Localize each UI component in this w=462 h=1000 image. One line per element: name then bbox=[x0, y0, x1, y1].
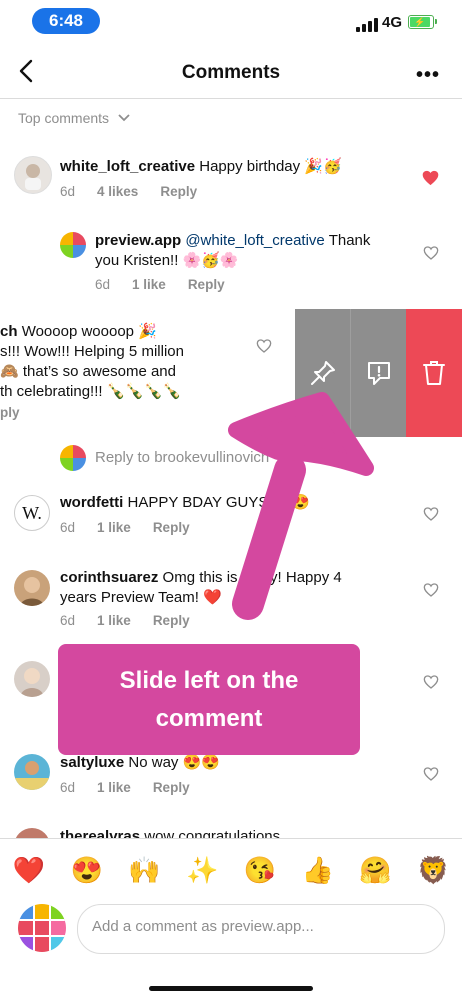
comment-time: 6d bbox=[60, 780, 76, 795]
network-label: 4G bbox=[382, 14, 403, 31]
likes-count[interactable]: 1 like bbox=[97, 613, 131, 628]
status-time: 6:48 bbox=[32, 8, 100, 34]
heart-outline-icon[interactable] bbox=[423, 582, 439, 598]
pin-button[interactable] bbox=[295, 309, 350, 437]
reply-link[interactable]: Reply bbox=[188, 277, 225, 292]
heart-outline-icon[interactable] bbox=[423, 506, 439, 522]
emoji-sparkles[interactable]: ✨ bbox=[182, 855, 222, 886]
comment-input-placeholder: Add a comment as preview.app... bbox=[92, 918, 314, 935]
header-divider bbox=[0, 98, 462, 99]
reply-link[interactable]: Reply bbox=[153, 780, 190, 795]
comment-body: preview.app @white_loft_creative Thank y… bbox=[95, 231, 395, 271]
reply-link[interactable]: Reply bbox=[153, 520, 190, 535]
battery-tip bbox=[435, 19, 437, 24]
comment-text: HAPPY BDAY GUYS 😍😍 bbox=[127, 494, 310, 511]
instruction-callout: Slide left on the comment bbox=[58, 644, 360, 755]
filter-label: Top comments bbox=[18, 110, 110, 126]
report-icon bbox=[368, 362, 390, 385]
comment-text-line: th celebrating!!! 🍾🍾🍾🍾 bbox=[0, 383, 182, 400]
avatar bbox=[18, 904, 66, 952]
comment-time: 6d bbox=[60, 613, 76, 628]
comment-meta: 6d 1 like Reply bbox=[60, 613, 190, 628]
likes-count[interactable]: 1 like bbox=[97, 780, 131, 795]
comment-text-line: years Preview Team! ❤️ bbox=[60, 589, 222, 606]
delete-button[interactable] bbox=[406, 309, 462, 437]
comment-body: white_loft_creative Happy birthday 🎉🥳 bbox=[60, 157, 400, 177]
home-indicator[interactable] bbox=[149, 986, 313, 991]
comment-text: No way 😍😍 bbox=[128, 754, 220, 771]
comment-time: 6d bbox=[95, 277, 111, 292]
comment-username[interactable]: white_loft_creative bbox=[60, 158, 195, 175]
avatar bbox=[60, 445, 86, 471]
comment-clip: therealvras wow congratulations bbox=[0, 826, 462, 838]
comment-username[interactable]: ch bbox=[0, 323, 18, 340]
avatar[interactable]: W. bbox=[14, 495, 50, 531]
chevron-down-icon bbox=[118, 114, 130, 122]
callout-line: Slide left on the bbox=[119, 666, 299, 694]
comment-body: wordfetti HAPPY BDAY GUYS 😍😍 bbox=[60, 493, 400, 513]
comment-meta: 6d 4 likes Reply bbox=[60, 184, 197, 199]
battery-icon: ⚡ bbox=[408, 15, 434, 29]
comment-meta: 6d 1 like Reply bbox=[95, 277, 225, 292]
reply-link[interactable]: Reply bbox=[160, 184, 197, 199]
likes-count[interactable]: 1 like bbox=[97, 520, 131, 535]
comment-username[interactable]: corinthsuarez bbox=[60, 569, 158, 586]
reply-link[interactable]: ply bbox=[0, 405, 20, 420]
reply-link[interactable]: Reply bbox=[153, 613, 190, 628]
top-comments-filter[interactable]: Top comments bbox=[18, 110, 131, 126]
emoji-raised-hands[interactable]: 🙌 bbox=[124, 855, 164, 886]
report-button[interactable] bbox=[350, 309, 407, 437]
emoji-lion[interactable]: 🦁 bbox=[413, 855, 453, 886]
signal-icon bbox=[356, 18, 378, 32]
reply-prompt[interactable]: Reply to brookevullinovich bbox=[95, 449, 269, 466]
avatar[interactable] bbox=[14, 156, 52, 194]
comment-body: therealvras wow congratulations bbox=[60, 827, 400, 838]
avatar[interactable] bbox=[14, 570, 50, 606]
comment-body: corinthsuarez Omg this is crazy! Happy 4… bbox=[60, 568, 380, 608]
comment-text: Happy birthday 🎉🥳 bbox=[199, 158, 342, 175]
comment-text: wow congratulations bbox=[144, 828, 281, 838]
mention-link[interactable]: @white_loft_creative bbox=[185, 232, 324, 249]
emoji-thumbs-up[interactable]: 👍 bbox=[298, 855, 338, 886]
comment-time: 6d bbox=[60, 520, 76, 535]
heart-outline-icon[interactable] bbox=[423, 674, 439, 690]
page-title: Comments bbox=[181, 62, 281, 83]
comment-username[interactable]: wordfetti bbox=[60, 494, 123, 511]
comment-time: 6d bbox=[60, 184, 76, 199]
comment-meta: 6d 1 like Reply bbox=[60, 780, 190, 795]
likes-count[interactable]: 1 like bbox=[132, 277, 166, 292]
comment-text-line: Woooop woooop 🎉 bbox=[21, 323, 157, 340]
emoji-heart-eyes[interactable]: 😍 bbox=[67, 855, 107, 886]
emoji-heart[interactable]: ❤️ bbox=[9, 855, 49, 886]
comment-username[interactable]: saltyluxe bbox=[60, 754, 124, 771]
comment-username[interactable]: preview.app bbox=[95, 232, 181, 249]
heart-outline-icon[interactable] bbox=[423, 245, 439, 261]
avatar[interactable] bbox=[60, 232, 86, 258]
emoji-quick-bar: ❤️ 😍 🙌 ✨ 😘 👍 🤗 🦁 bbox=[0, 838, 462, 901]
comment-text-line: s!!! Wow!!! Helping 5 million bbox=[0, 343, 184, 360]
comment-meta: 6d 1 like Reply bbox=[60, 520, 190, 535]
more-options-icon[interactable]: ••• bbox=[416, 64, 440, 87]
comment-body: ch Woooop woooop 🎉 s!!! Wow!!! Helping 5… bbox=[0, 322, 260, 402]
comment-body: saltyluxe No way 😍😍 bbox=[60, 753, 400, 773]
callout-line: comment bbox=[155, 704, 263, 732]
likes-count[interactable]: 4 likes bbox=[97, 184, 138, 199]
trash-icon bbox=[423, 361, 445, 385]
comment-meta: ply bbox=[0, 405, 20, 420]
comment-text-line: Omg this is crazy! Happy 4 bbox=[162, 569, 342, 586]
avatar[interactable] bbox=[14, 828, 50, 838]
heart-outline-icon[interactable] bbox=[256, 338, 272, 354]
comment-text-line: 🙈 that’s so awesome and bbox=[0, 363, 176, 380]
heart-filled-icon[interactable] bbox=[422, 170, 439, 186]
heart-outline-icon[interactable] bbox=[423, 766, 439, 782]
comment-username[interactable]: therealvras bbox=[60, 828, 140, 838]
emoji-hug[interactable]: 🤗 bbox=[355, 855, 395, 886]
pin-icon bbox=[310, 361, 335, 385]
emoji-kiss[interactable]: 😘 bbox=[240, 855, 280, 886]
avatar[interactable] bbox=[14, 754, 50, 790]
avatar[interactable] bbox=[14, 661, 50, 697]
